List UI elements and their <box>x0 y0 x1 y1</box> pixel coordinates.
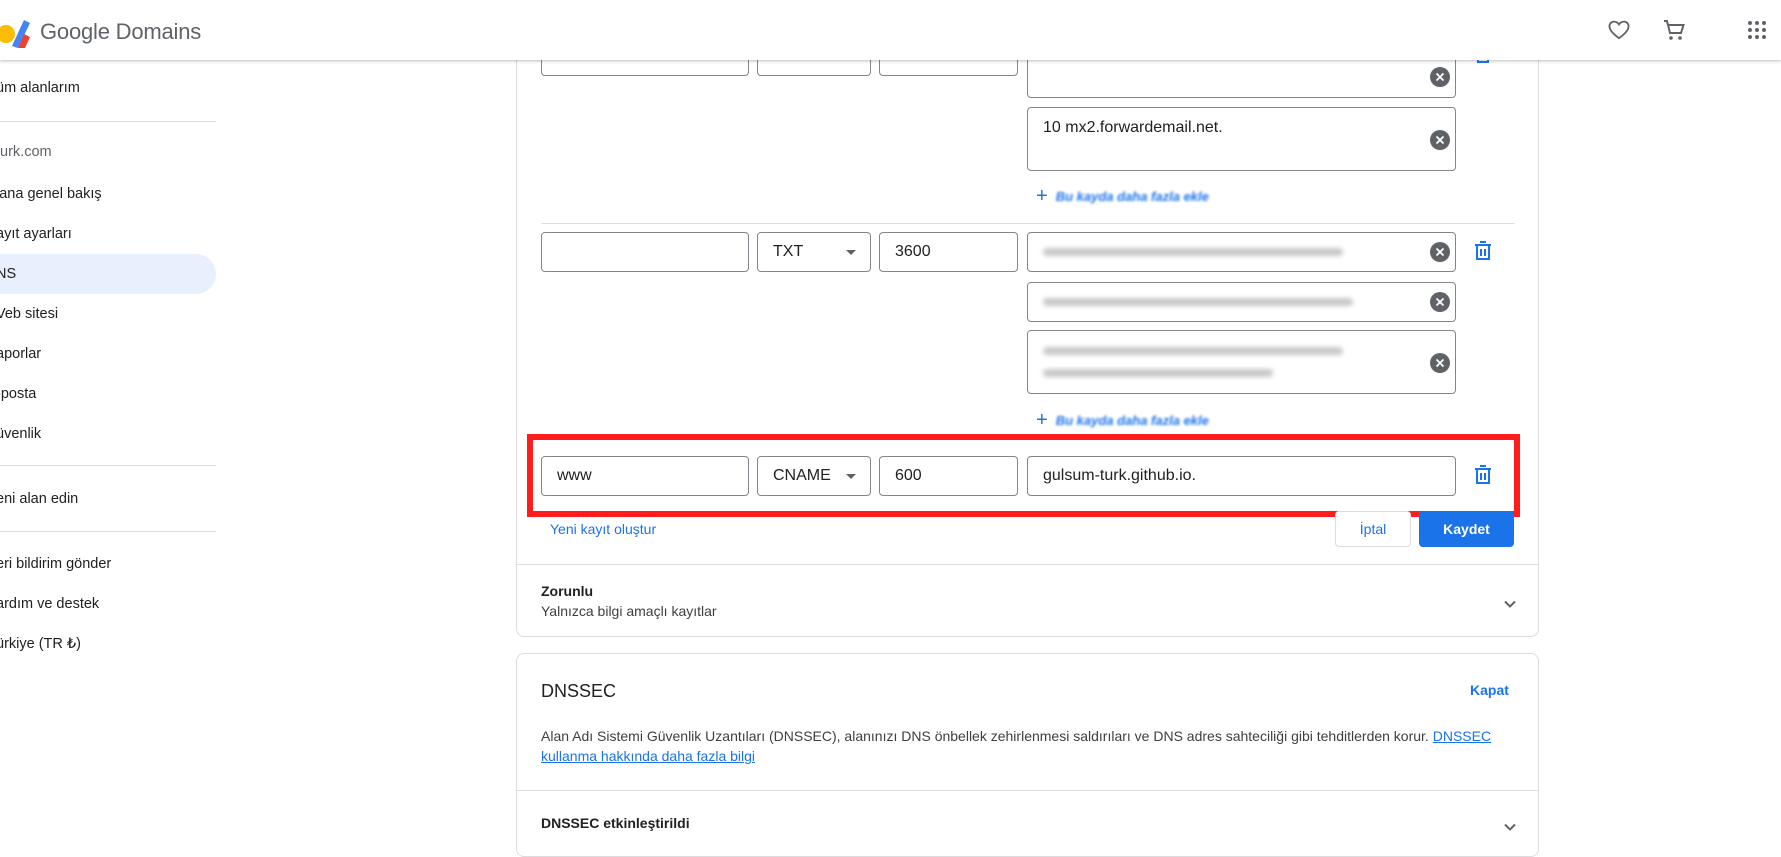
txt-host-field[interactable] <box>541 232 749 272</box>
clear-icon[interactable] <box>1430 67 1450 87</box>
sidebar-divider <box>0 531 216 532</box>
dnssec-close-button[interactable]: Kapat <box>1470 682 1509 698</box>
txt-add-more-link[interactable]: + Bu kayda daha fazla ekle <box>1036 410 1209 430</box>
dropdown-arrow-icon <box>846 250 856 255</box>
required-section-title: Zorunlu <box>541 583 594 599</box>
blurred-value <box>1043 248 1343 256</box>
cancel-button[interactable]: İptal <box>1335 511 1411 547</box>
cart-icon[interactable] <box>1660 16 1688 44</box>
blurred-value <box>1043 347 1343 355</box>
sidebar-item-dns[interactable]: NS <box>0 254 216 294</box>
plus-icon: + <box>1036 185 1048 207</box>
sidebar-divider <box>0 465 216 466</box>
mx-add-more-link[interactable]: + Bu kayda daha fazla ekle <box>1036 186 1209 206</box>
dnssec-title: DNSSEC <box>541 681 617 701</box>
sidebar-item-security[interactable]: üvenlik <box>0 414 216 454</box>
txt-ttl-field[interactable]: 3600 <box>879 232 1018 272</box>
txt-data-field-2[interactable] <box>1027 282 1456 322</box>
sidebar-item-feedback[interactable]: eri bildirim gönder <box>0 544 216 584</box>
blurred-value <box>1043 298 1353 306</box>
sidebar-item-help[interactable]: ardım ve destek <box>0 584 216 624</box>
chevron-down-icon[interactable] <box>1502 819 1518 835</box>
chevron-down-icon[interactable] <box>1502 596 1518 612</box>
section-divider <box>517 790 1538 791</box>
blurred-value <box>1043 369 1273 377</box>
highlight-box <box>527 434 1520 517</box>
heart-icon[interactable] <box>1605 16 1633 44</box>
sidebar-item-reports[interactable]: aporlar <box>0 334 216 374</box>
brand-name[interactable]: Google Domains <box>40 19 201 45</box>
txt-type-select[interactable]: TXT <box>757 232 871 272</box>
clear-icon[interactable] <box>1430 353 1450 373</box>
mx-data-field-2[interactable]: 10 mx2.forwardemail.net. <box>1027 107 1456 171</box>
clear-icon[interactable] <box>1430 242 1450 262</box>
row-divider <box>541 223 1515 224</box>
section-divider <box>517 564 1538 565</box>
sidebar-item-email[interactable]: -posta <box>0 374 216 414</box>
mx-data-value: 10 mx2.forwardemail.net. <box>1043 119 1223 136</box>
plus-icon: + <box>1036 409 1048 431</box>
clear-icon[interactable] <box>1430 292 1450 312</box>
sidebar-item-new-domain[interactable]: eni alan edin <box>0 479 216 519</box>
sidebar-item-all-domains[interactable]: üm alanlarım <box>0 68 216 108</box>
required-section-subtitle: Yalnızca bilgi amaçlı kayıtlar <box>541 603 717 619</box>
sidebar-item-locale[interactable]: ürkiye (TR ₺) <box>0 624 216 664</box>
google-domains-logo[interactable] <box>0 14 32 50</box>
dnssec-description: Alan Adı Sistemi Güvenlik Uzantıları (DN… <box>541 728 1492 764</box>
sidebar-item-website[interactable]: Veb sitesi <box>0 294 216 334</box>
sidebar: üm alanlarım turk.com lana genel bakış a… <box>0 60 216 857</box>
txt-data-field-3[interactable] <box>1027 330 1456 394</box>
sidebar-divider <box>0 121 216 122</box>
clear-icon[interactable] <box>1430 130 1450 150</box>
dnssec-learn-more-link[interactable]: DNSSEC <box>1433 728 1491 744</box>
dnssec-status: DNSSEC etkinleştirildi <box>541 815 690 831</box>
sidebar-item-overview[interactable]: lana genel bakış <box>0 174 216 214</box>
sidebar-domain-name: turk.com <box>0 144 52 160</box>
sidebar-item-registration[interactable]: ayıt ayarları <box>0 214 216 254</box>
top-app-bar: Google Domains <box>0 0 1781 60</box>
delete-icon[interactable] <box>1472 240 1494 262</box>
txt-data-field-1[interactable] <box>1027 232 1456 272</box>
dnssec-learn-more-link[interactable]: kullanma hakkında daha fazla bilgi <box>541 748 755 764</box>
save-button[interactable]: Kaydet <box>1419 511 1514 547</box>
new-record-link[interactable]: Yeni kayıt oluştur <box>550 521 656 537</box>
apps-grid-icon[interactable] <box>1743 16 1771 44</box>
